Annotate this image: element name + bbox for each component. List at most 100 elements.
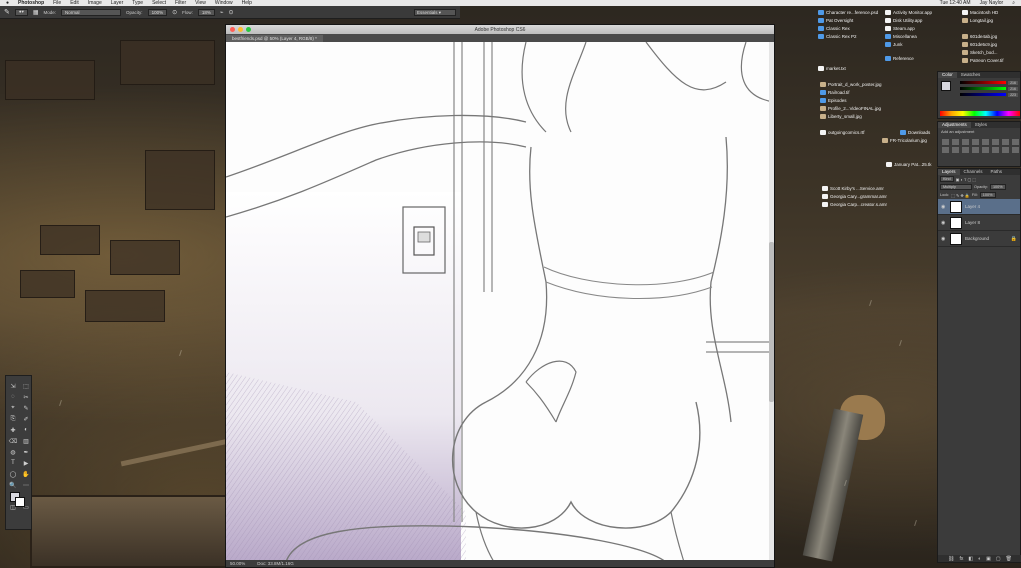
desktop-file[interactable]: Pat Oversight bbox=[818, 18, 853, 23]
menu-layer[interactable]: Layer bbox=[111, 0, 124, 6]
eye-icon[interactable]: ◉ bbox=[941, 236, 947, 242]
levels-icon[interactable] bbox=[952, 139, 959, 145]
clone-stamp-tool-icon[interactable]: ⎘ bbox=[7, 414, 19, 424]
filter-icons[interactable]: ▣ ◐ T ▢ ⬚ bbox=[956, 177, 977, 182]
black-white-icon[interactable] bbox=[1012, 139, 1019, 145]
blue-value[interactable]: 223 bbox=[1008, 92, 1018, 97]
green-value[interactable]: 216 bbox=[1008, 86, 1018, 91]
color-swatches[interactable] bbox=[7, 491, 32, 509]
layer-row[interactable]: ◉ Layer 8 bbox=[938, 215, 1020, 231]
desktop-file[interactable]: outgoingcomics.rtf bbox=[820, 130, 865, 135]
red-slider-track[interactable] bbox=[960, 81, 1006, 84]
brush-panel-icon[interactable]: ▦ bbox=[33, 9, 39, 16]
brush-tool-icon[interactable]: ✎ bbox=[4, 8, 10, 16]
desktop-file[interactable]: Junk bbox=[885, 42, 903, 47]
brush-tool-icon[interactable]: ✎ bbox=[20, 403, 32, 413]
desktop-file[interactable]: Railroad.tif bbox=[820, 90, 850, 95]
tab-layers[interactable]: Layers bbox=[938, 169, 960, 175]
desktop-file[interactable]: Activity Monitor.app bbox=[885, 10, 932, 15]
desktop-file[interactable]: Georgia Carp...creator.s.amr bbox=[822, 202, 887, 207]
tab-paths[interactable]: Paths bbox=[987, 169, 1007, 175]
desktop-file[interactable]: Profile_2...VideoFINAL.jpg bbox=[820, 106, 881, 111]
document-tab[interactable]: bestfriends.psd @ 50% (Layer 4, RGB/8) * bbox=[226, 35, 323, 42]
zoom-level[interactable]: 50.00% bbox=[230, 561, 245, 566]
menu-edit[interactable]: Edit bbox=[70, 0, 79, 6]
menu-view[interactable]: View bbox=[195, 0, 206, 6]
brightness-icon[interactable] bbox=[942, 139, 949, 145]
desktop-file[interactable]: Georgia Cary...grammar.amr bbox=[822, 194, 887, 199]
desktop-file[interactable]: Miscellanea bbox=[885, 34, 917, 39]
desktop-file[interactable]: Episodes bbox=[820, 98, 847, 103]
desktop-file[interactable]: Classic Rex bbox=[818, 26, 850, 31]
red-slider[interactable]: 216 bbox=[960, 80, 1018, 85]
history-brush-tool-icon[interactable]: ✐ bbox=[20, 414, 32, 424]
hue-saturation-icon[interactable] bbox=[992, 139, 999, 145]
apple-icon[interactable]: ● bbox=[6, 0, 9, 6]
tab-styles[interactable]: Styles bbox=[971, 122, 991, 128]
background-color-swatch[interactable] bbox=[15, 497, 25, 507]
trash-icon[interactable]: 🗑 bbox=[1006, 556, 1012, 562]
menu-file[interactable]: File bbox=[53, 0, 61, 6]
pressure-size-icon[interactable]: ⊙ bbox=[229, 9, 234, 16]
menu-clock[interactable]: Tue 12:40 AM bbox=[940, 0, 971, 6]
menu-app-name[interactable]: Photoshop bbox=[18, 0, 44, 6]
menu-select[interactable]: Select bbox=[152, 0, 166, 6]
opacity-field[interactable]: 100% bbox=[147, 8, 168, 16]
desktop-file[interactable]: Liberty_small.jpg bbox=[820, 114, 862, 119]
menu-type[interactable]: Type bbox=[132, 0, 143, 6]
gradient-map-icon[interactable] bbox=[1002, 147, 1009, 153]
more-tools-icon[interactable]: ⋯ bbox=[20, 480, 32, 490]
photo-filter-icon[interactable] bbox=[942, 147, 949, 153]
tab-channels[interactable]: Channels bbox=[960, 169, 987, 175]
shape-tool-icon[interactable]: ◯ bbox=[7, 469, 19, 479]
desktop-file[interactable]: 601de5c9.jpg bbox=[962, 42, 997, 47]
pen-tool-icon[interactable]: ✒ bbox=[20, 447, 32, 457]
color-spectrum[interactable] bbox=[940, 111, 1020, 116]
eye-icon[interactable]: ◉ bbox=[941, 204, 947, 210]
blend-mode-select[interactable]: Multiply bbox=[940, 184, 972, 190]
menu-help[interactable]: Help bbox=[242, 0, 252, 6]
menu-filter[interactable]: Filter bbox=[175, 0, 186, 6]
color-lookup-icon[interactable] bbox=[962, 147, 969, 153]
workspace-select[interactable]: Essentials ▾ bbox=[414, 8, 456, 16]
green-slider-track[interactable] bbox=[960, 87, 1006, 90]
layer-row[interactable]: ◉ Layer 4 bbox=[938, 199, 1020, 215]
hand-tool-icon[interactable]: ✋ bbox=[20, 469, 32, 479]
minimize-button[interactable] bbox=[238, 27, 243, 32]
layer-row[interactable]: ◉ Background 🔒 bbox=[938, 231, 1020, 247]
blue-slider[interactable]: 223 bbox=[960, 92, 1018, 97]
invert-icon[interactable] bbox=[972, 147, 979, 153]
desktop-file[interactable]: 601de4ab.jpg bbox=[962, 34, 997, 39]
document-titlebar[interactable]: Adobe Photoshop CS6 bbox=[226, 25, 774, 34]
airbrush-icon[interactable]: ⌁ bbox=[220, 9, 224, 16]
eyedropper-tool-icon[interactable]: ⌖ bbox=[7, 403, 19, 413]
desktop-file[interactable]: Patreon Cover.tif bbox=[962, 58, 1004, 63]
channel-mixer-icon[interactable] bbox=[952, 147, 959, 153]
color-balance-icon[interactable] bbox=[1002, 139, 1009, 145]
desktop-file[interactable]: January Pat...25.tk bbox=[886, 162, 932, 167]
scrollbar-thumb[interactable] bbox=[769, 242, 774, 402]
type-tool-icon[interactable]: T bbox=[7, 458, 19, 468]
link-layers-icon[interactable]: ⛓ bbox=[948, 556, 954, 562]
desktop-file[interactable]: Portrait_d_work_poster.jpg bbox=[820, 82, 882, 87]
tab-color[interactable]: Color bbox=[938, 72, 957, 78]
exposure-icon[interactable] bbox=[972, 139, 979, 145]
fill-value[interactable]: 100% bbox=[979, 192, 996, 198]
layer-opacity-value[interactable]: 100% bbox=[989, 184, 1006, 190]
menu-user[interactable]: Jay Naylor bbox=[980, 0, 1004, 6]
add-mask-icon[interactable]: ◧ bbox=[968, 556, 973, 562]
dodge-tool-icon[interactable]: ◐ bbox=[20, 425, 32, 435]
crop-tool-icon[interactable]: ✂ bbox=[20, 392, 32, 402]
doc-info[interactable]: Doc: 33.8M/1.16G bbox=[257, 561, 294, 566]
desktop-file[interactable]: Character re...ference.psd bbox=[818, 10, 878, 15]
zoom-tool-icon[interactable]: 🔍 bbox=[7, 480, 19, 490]
gradient-tool-icon[interactable]: ▥ bbox=[20, 436, 32, 446]
close-button[interactable] bbox=[230, 27, 235, 32]
blur-tool-icon[interactable]: ◍ bbox=[7, 447, 19, 457]
mode-select[interactable]: Normal bbox=[61, 8, 122, 16]
spotlight-icon[interactable]: ⌕ bbox=[1012, 0, 1015, 6]
new-layer-icon[interactable]: ▢ bbox=[996, 556, 1001, 562]
curves-icon[interactable] bbox=[962, 139, 969, 145]
desktop-file[interactable]: Steam.app bbox=[885, 26, 915, 31]
menu-image[interactable]: Image bbox=[88, 0, 102, 6]
